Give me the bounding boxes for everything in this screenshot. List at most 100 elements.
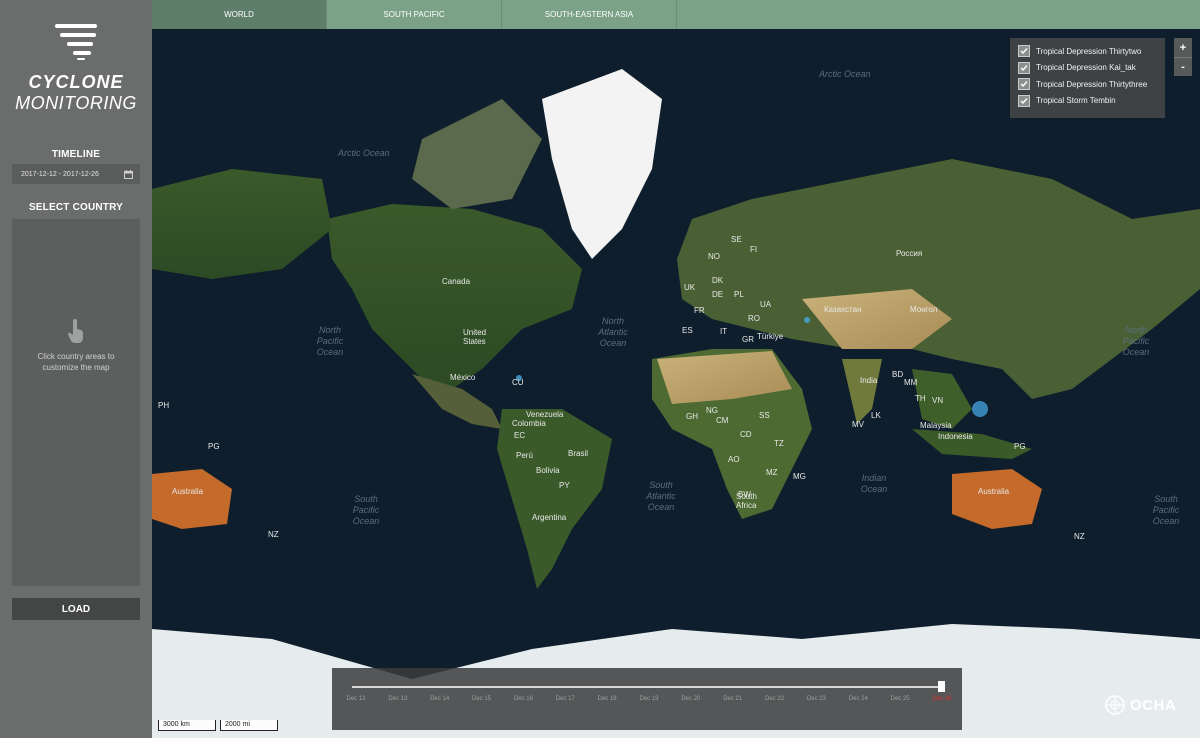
- label-ecuador: EC: [514, 431, 526, 440]
- label-brasil: Brasil: [568, 449, 589, 458]
- label-united-states: United States: [463, 328, 487, 346]
- label-uk: UK: [684, 283, 696, 292]
- timeline-tick[interactable]: Dec 26: [932, 696, 951, 702]
- timeline-slider-track[interactable]: [352, 686, 942, 688]
- label-turkey: Türkiye: [757, 332, 784, 341]
- label-peru: Perú: [516, 451, 533, 460]
- label-mexico: México: [450, 373, 476, 382]
- cyclone-marker-tembin[interactable]: [972, 401, 988, 417]
- ocean-label-south-pacific-right: South Pacific Ocean: [1152, 494, 1180, 526]
- label-colombia: Colombia: [512, 419, 546, 428]
- timeline-tick[interactable]: Dec 21: [723, 696, 742, 702]
- label-mm: MM: [904, 378, 918, 387]
- un-emblem-icon: [1105, 695, 1125, 715]
- label-ao: AO: [728, 455, 740, 464]
- date-range-value: 2017-12-12 - 2017-12-26: [21, 170, 99, 178]
- load-button[interactable]: LOAD: [12, 598, 140, 620]
- label-tz: TZ: [774, 439, 784, 448]
- label-dk: DK: [712, 276, 724, 285]
- country-selection-panel[interactable]: Click country areas to customize the map: [12, 219, 140, 586]
- timeline-tick[interactable]: Dec 14: [430, 696, 449, 702]
- check-icon: [1020, 97, 1028, 104]
- label-venezuela: Venezuela: [526, 410, 564, 419]
- cyclone-layers-panel: Tropical Depression Thirtytwo Tropical D…: [1010, 38, 1165, 118]
- layer-label: Tropical Depression Thirtythree: [1036, 79, 1148, 89]
- label-canada: Canada: [442, 277, 471, 286]
- select-country-title: SELECT COUNTRY: [28, 202, 124, 213]
- label-indonesia: Indonesia: [938, 432, 973, 441]
- layer-toggle-thirtythree[interactable]: Tropical Depression Thirtythree: [1018, 76, 1157, 93]
- label-gr: GR: [742, 335, 754, 344]
- timeline-tick[interactable]: Dec 17: [556, 696, 575, 702]
- logo-text-cyclone: CYCLONE: [28, 72, 124, 92]
- label-pl: PL: [734, 290, 744, 299]
- label-pg-right: PG: [1014, 442, 1026, 451]
- check-icon: [1020, 81, 1028, 88]
- calendar-icon[interactable]: [124, 169, 133, 179]
- zoom-controls: + -: [1174, 38, 1192, 76]
- world-map[interactable]: Canada United States México CU Venezuela…: [152, 29, 1200, 738]
- checkbox[interactable]: [1018, 45, 1030, 58]
- label-no: NO: [708, 252, 720, 261]
- ocean-label-south-pacific-left: South Pacific Ocean: [352, 494, 380, 526]
- scale-metric: 3000 km: [158, 720, 216, 731]
- timeline-tick[interactable]: Dec 18: [598, 696, 617, 702]
- label-nz-right: NZ: [1074, 532, 1085, 541]
- timeline-slider-panel: Dec 12 Dec 13 Dec 14 Dec 15 Dec 16 Dec 17 Dec …: [332, 668, 962, 730]
- label-fi: FI: [750, 245, 758, 254]
- layer-toggle-thirtytwo[interactable]: Tropical Depression Thirtytwo: [1018, 43, 1157, 60]
- tab-south-eastern-asia[interactable]: SOUTH-EASTERN ASIA: [502, 0, 677, 29]
- tab-world[interactable]: WORLD: [152, 0, 327, 29]
- timeline-tick[interactable]: Dec 16: [514, 696, 533, 702]
- label-bolivia: Bolivia: [536, 466, 560, 475]
- label-bd: BD: [892, 370, 904, 379]
- label-ng: NG: [706, 406, 718, 415]
- ocean-label-arctic-left: Arctic Ocean: [338, 148, 390, 158]
- timeline-tick[interactable]: Dec 20: [681, 696, 700, 702]
- label-mg: MG: [793, 472, 806, 481]
- label-paraguay: PY: [559, 481, 570, 490]
- timeline-tick[interactable]: Dec 25: [891, 696, 910, 702]
- zoom-out-button[interactable]: -: [1174, 57, 1192, 76]
- label-india: India: [860, 376, 878, 385]
- checkbox[interactable]: [1018, 94, 1030, 107]
- layer-toggle-kai-tak[interactable]: Tropical Depression Kai_tak: [1018, 60, 1157, 77]
- timeline-title: TIMELINE: [51, 149, 101, 160]
- label-th: TH: [915, 394, 926, 403]
- timeline-tick[interactable]: Dec 24: [849, 696, 868, 702]
- label-kazakhstan: Казахстан: [824, 305, 862, 314]
- zoom-in-button[interactable]: +: [1174, 38, 1192, 57]
- label-pg-left: PG: [208, 442, 220, 451]
- check-icon: [1020, 64, 1028, 71]
- tab-south-pacific[interactable]: SOUTH PACIFIC: [327, 0, 502, 29]
- timeline-tick[interactable]: Dec 13: [388, 696, 407, 702]
- app-logo: CYCLONE MONITORING: [0, 22, 152, 114]
- label-nz-left: NZ: [268, 530, 279, 539]
- ocean-label-south-atlantic: South Atlantic Ocean: [646, 480, 676, 512]
- pointer-hand-icon: [68, 319, 83, 343]
- timeline-tick[interactable]: Dec 19: [639, 696, 658, 702]
- timeline-ticks: Dec 12 Dec 13 Dec 14 Dec 15 Dec 16 Dec 17 Dec …: [332, 696, 962, 706]
- label-argentina: Argentina: [532, 513, 567, 522]
- label-australia-left: Australia: [172, 487, 204, 496]
- timeline-tick[interactable]: Dec 15: [472, 696, 491, 702]
- timeline-tick[interactable]: Dec 12: [346, 696, 365, 702]
- ocean-label-north-pacific-right: North Pacific Ocean: [1122, 325, 1150, 357]
- sidebar: CYCLONE MONITORING TIMELINE 2017-12-12 -…: [0, 0, 152, 738]
- timeline-slider-handle[interactable]: [938, 681, 945, 692]
- date-range-picker[interactable]: 2017-12-12 - 2017-12-26: [12, 164, 140, 184]
- label-de: DE: [712, 290, 724, 299]
- label-se: SE: [731, 235, 742, 244]
- timeline-tick[interactable]: Dec 22: [765, 696, 784, 702]
- label-malaysia: Malaysia: [920, 421, 952, 430]
- checkbox[interactable]: [1018, 61, 1030, 74]
- timeline-tick[interactable]: Dec 23: [807, 696, 826, 702]
- label-cm: CM: [716, 416, 729, 425]
- ocean-label-north-atlantic: North Atlantic Ocean: [598, 316, 628, 348]
- checkbox[interactable]: [1018, 78, 1030, 91]
- cyclone-marker-central-asia[interactable]: [804, 317, 810, 323]
- layer-toggle-tembin[interactable]: Tropical Storm Tembin: [1018, 93, 1157, 110]
- map-canvas[interactable]: [152, 29, 1200, 738]
- label-mongolia: Монгол: [910, 305, 938, 314]
- label-mv: MV: [852, 420, 864, 429]
